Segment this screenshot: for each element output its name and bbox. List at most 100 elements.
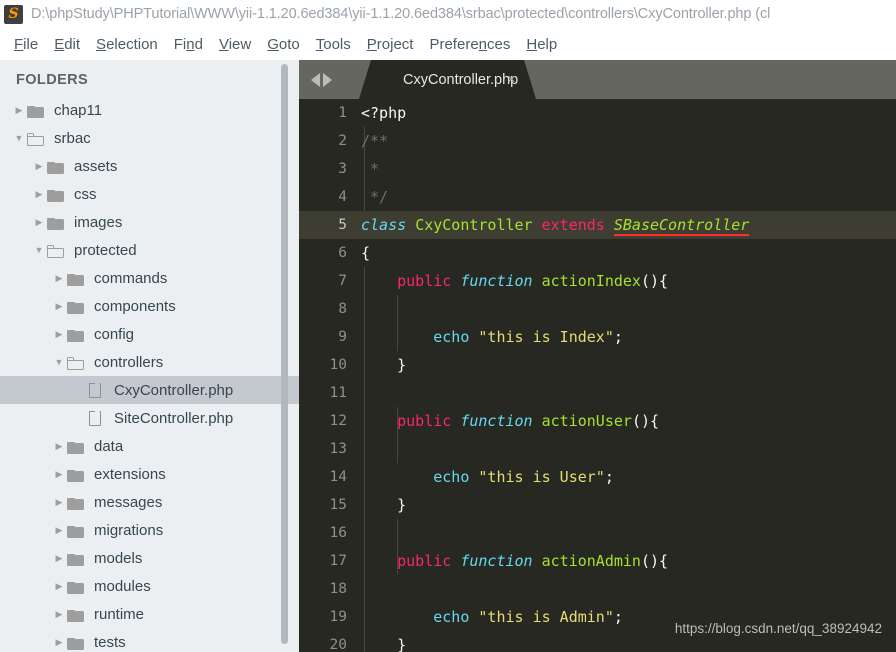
chevron-right-icon[interactable]: ▶ xyxy=(52,581,66,591)
folder-item-extensions[interactable]: ▶ extensions xyxy=(0,460,299,488)
token-punc: ; xyxy=(604,468,614,486)
menu-item-project[interactable]: Project xyxy=(359,34,422,55)
token-kw: public xyxy=(397,412,461,430)
chevron-right-icon[interactable]: ▶ xyxy=(52,329,66,339)
code-area[interactable]: 1234567891011121314151617181920212223 <?… xyxy=(299,99,896,652)
folder-item-srbac[interactable]: ▼ srbac xyxy=(0,124,299,152)
folder-closed-icon xyxy=(66,522,86,538)
menu-item-tools[interactable]: Tools xyxy=(308,34,359,55)
code-line-18[interactable] xyxy=(359,575,896,603)
code-line-3[interactable]: * xyxy=(359,155,896,183)
tab-next-arrow-icon[interactable] xyxy=(323,72,332,87)
chevron-right-icon[interactable]: ▶ xyxy=(52,525,66,535)
code-line-10[interactable]: } xyxy=(359,351,896,379)
file-item-cxycontroller-php[interactable]: ▶ CxyController.php xyxy=(0,376,299,404)
line-number-19: 19 xyxy=(329,609,347,625)
file-item-sitecontroller-php[interactable]: ▶ SiteController.php xyxy=(0,404,299,432)
menu-bar: File Edit Selection Find View Goto Tools Projec… xyxy=(0,28,896,60)
token-err: SBaseController xyxy=(613,216,750,236)
folder-label: tests xyxy=(94,633,126,651)
chevron-down-icon[interactable]: ▼ xyxy=(32,245,46,255)
tab-prev-arrow-icon[interactable] xyxy=(311,72,320,87)
code-line-11[interactable] xyxy=(359,379,896,407)
code-line-14[interactable]: echo "this is User"; xyxy=(359,463,896,491)
code-line-17[interactable]: public function actionAdmin(){ xyxy=(359,547,896,575)
token-fn: CxyController xyxy=(415,216,542,234)
menu-item-view[interactable]: View xyxy=(211,34,259,55)
code-line-2[interactable]: /** xyxy=(359,127,896,155)
chevron-right-icon[interactable]: ▶ xyxy=(52,301,66,311)
tree-indent-spacer: ▶ xyxy=(72,386,86,395)
close-icon[interactable]: × xyxy=(507,72,516,87)
chevron-right-icon[interactable]: ▶ xyxy=(52,609,66,619)
folder-item-assets[interactable]: ▶ assets xyxy=(0,152,299,180)
menu-item-goto[interactable]: Goto xyxy=(259,34,308,55)
menu-item-help[interactable]: Help xyxy=(518,34,565,55)
chevron-right-icon[interactable]: ▶ xyxy=(32,161,46,171)
folder-item-components[interactable]: ▶ components xyxy=(0,292,299,320)
folder-item-messages[interactable]: ▶ messages xyxy=(0,488,299,516)
token-fn: actionIndex xyxy=(541,272,641,290)
code-line-9[interactable]: echo "this is Index"; xyxy=(359,323,896,351)
code-line-6[interactable]: { xyxy=(359,239,896,267)
folder-item-modules[interactable]: ▶ modules xyxy=(0,572,299,600)
folder-item-runtime[interactable]: ▶ runtime xyxy=(0,600,299,628)
folder-item-images[interactable]: ▶ images xyxy=(0,208,299,236)
code-line-4[interactable]: */ xyxy=(359,183,896,211)
chevron-right-icon[interactable]: ▶ xyxy=(12,105,26,115)
code-line-20[interactable]: } xyxy=(359,631,896,652)
code-line-13[interactable] xyxy=(359,435,896,463)
code-line-19[interactable]: echo "this is Admin"; xyxy=(359,603,896,631)
folder-open-icon xyxy=(26,130,46,146)
menu-item-selection[interactable]: Selection xyxy=(88,34,166,55)
token-kw: public xyxy=(397,552,461,570)
folder-item-config[interactable]: ▶ config xyxy=(0,320,299,348)
folder-item-chap11[interactable]: ▶ chap11 xyxy=(0,96,299,124)
code-line-16[interactable] xyxy=(359,519,896,547)
tab-cxycontroller-php[interactable]: CxyController.php × xyxy=(359,60,536,99)
code-line-5[interactable]: class CxyController extends SBaseControl… xyxy=(359,211,896,239)
folder-item-protected[interactable]: ▼ protected xyxy=(0,236,299,264)
chevron-right-icon[interactable]: ▶ xyxy=(52,497,66,507)
chevron-right-icon[interactable]: ▶ xyxy=(52,441,66,451)
code-line-7[interactable]: public function actionIndex(){ xyxy=(359,267,896,295)
token-fn: actionUser xyxy=(541,412,632,430)
folder-closed-icon xyxy=(26,102,46,118)
folder-item-tests[interactable]: ▶ tests xyxy=(0,628,299,652)
chevron-right-icon[interactable]: ▶ xyxy=(52,553,66,563)
menu-item-edit[interactable]: Edit xyxy=(46,34,88,55)
token-cmt: */ xyxy=(361,188,389,206)
folder-item-css[interactable]: ▶ css xyxy=(0,180,299,208)
code-line-15[interactable]: } xyxy=(359,491,896,519)
folder-item-data[interactable]: ▶ data xyxy=(0,432,299,460)
chevron-right-icon[interactable]: ▶ xyxy=(52,637,66,647)
token-cmt: /** xyxy=(361,132,389,150)
folder-item-commands[interactable]: ▶ commands xyxy=(0,264,299,292)
menu-item-preferences[interactable]: Preferences xyxy=(421,34,518,55)
code-line-1[interactable]: <?php xyxy=(359,99,896,127)
chevron-right-icon[interactable]: ▶ xyxy=(52,273,66,283)
chevron-down-icon[interactable]: ▼ xyxy=(52,357,66,367)
chevron-right-icon[interactable]: ▶ xyxy=(52,469,66,479)
folder-label: migrations xyxy=(94,521,164,539)
chevron-right-icon[interactable]: ▶ xyxy=(32,217,46,227)
folder-item-migrations[interactable]: ▶ migrations xyxy=(0,516,299,544)
chevron-right-icon[interactable]: ▶ xyxy=(32,189,46,199)
chevron-down-icon[interactable]: ▼ xyxy=(12,133,26,143)
code-line-12[interactable]: public function actionUser(){ xyxy=(359,407,896,435)
line-number-10: 10 xyxy=(329,357,347,373)
folder-closed-icon xyxy=(46,186,66,202)
folder-item-models[interactable]: ▶ models xyxy=(0,544,299,572)
menu-item-find[interactable]: Find xyxy=(166,34,211,55)
code-line-8[interactable] xyxy=(359,295,896,323)
sidebar-scrollbar[interactable] xyxy=(281,64,288,644)
folder-item-controllers[interactable]: ▼ controllers xyxy=(0,348,299,376)
folder-closed-icon xyxy=(66,606,86,622)
folder-open-icon xyxy=(46,242,66,258)
token-white xyxy=(361,272,397,290)
menu-item-file[interactable]: File xyxy=(6,34,46,55)
token-white xyxy=(361,412,397,430)
line-number-14: 14 xyxy=(329,469,347,485)
token-storage: function xyxy=(460,552,542,570)
line-number-16: 16 xyxy=(329,525,347,541)
